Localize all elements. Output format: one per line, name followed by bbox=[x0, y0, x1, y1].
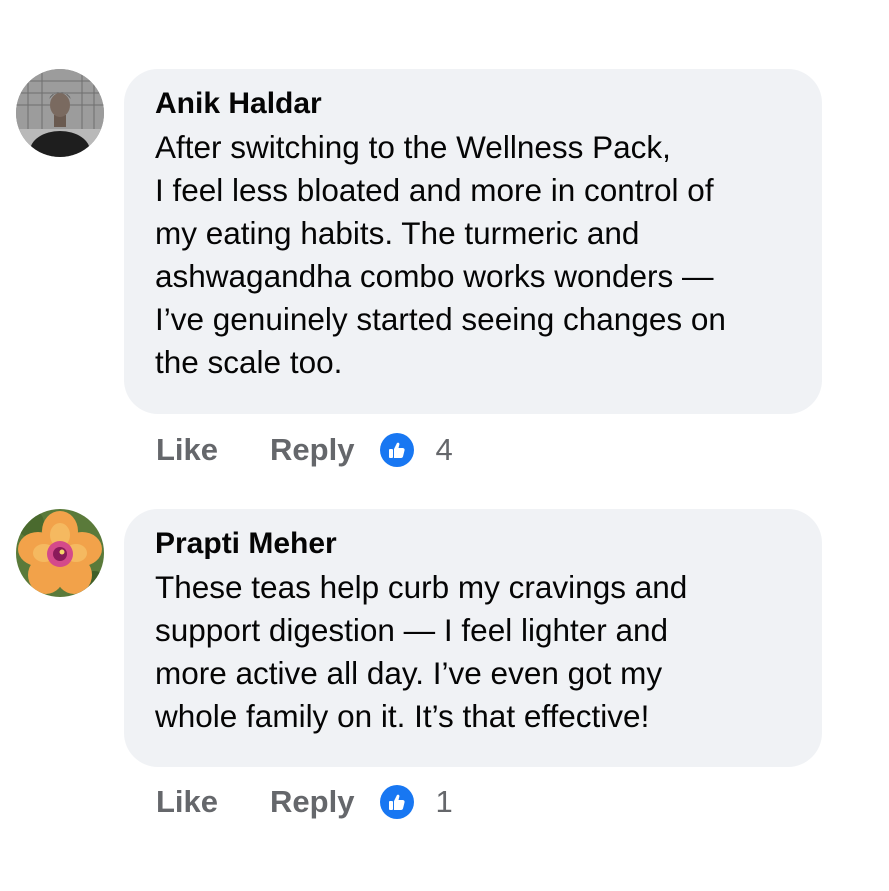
comment-text-line: the scale too. bbox=[155, 344, 343, 380]
comment-text-line: After switching to the Wellness Pack, bbox=[155, 129, 671, 165]
comment-bubble: Anik Haldar After switching to the Welln… bbox=[124, 69, 822, 414]
thumbs-up-icon[interactable] bbox=[380, 433, 415, 467]
comment-author[interactable]: Prapti Meher bbox=[155, 525, 802, 563]
comment-text-line: ashwagandha combo works wonders — bbox=[155, 258, 714, 294]
comment-text-line: These teas help curb my cravings and bbox=[155, 569, 688, 605]
reply-button[interactable]: Reply bbox=[270, 784, 354, 820]
like-button[interactable]: Like bbox=[156, 784, 218, 820]
comment-text-line: more active all day. I’ve even got my bbox=[155, 655, 663, 691]
comment-text: After switching to the Wellness Pack, I … bbox=[155, 126, 802, 384]
comment-actions: Like Reply 4 bbox=[156, 430, 453, 470]
reply-button[interactable]: Reply bbox=[270, 432, 354, 468]
comment-author[interactable]: Anik Haldar bbox=[155, 85, 802, 123]
comment-actions: Like Reply 1 bbox=[156, 782, 453, 822]
comment-text-line: my eating habits. The turmeric and bbox=[155, 215, 640, 251]
comment-bubble: Prapti Meher These teas help curb my cra… bbox=[124, 509, 822, 767]
flower-photo-icon bbox=[16, 509, 104, 597]
comment-text-line: I’ve genuinely started seeing changes on bbox=[155, 301, 726, 337]
person-photo-icon bbox=[16, 69, 104, 157]
like-button[interactable]: Like bbox=[156, 432, 218, 468]
comment-text: These teas help curb my cravings and sup… bbox=[155, 566, 802, 738]
comment-text-line: whole family on it. It’s that effective! bbox=[155, 698, 650, 734]
comment-text-line: support digestion — I feel lighter and bbox=[155, 612, 669, 648]
thumbs-up-icon[interactable] bbox=[380, 785, 415, 819]
avatar[interactable] bbox=[16, 509, 104, 597]
reaction-count[interactable]: 1 bbox=[435, 784, 452, 820]
reaction-count[interactable]: 4 bbox=[435, 432, 452, 468]
comment-text-line: I feel less bloated and more in control … bbox=[155, 172, 714, 208]
avatar[interactable] bbox=[16, 69, 104, 157]
